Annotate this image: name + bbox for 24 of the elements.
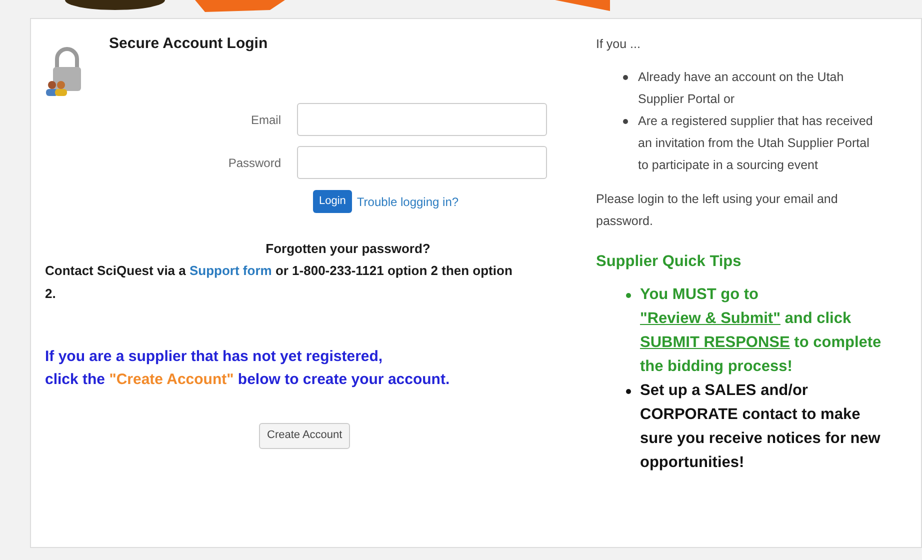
info-item: Are a registered supplier that has received an invitation from the Utah Supplier Portal to participate in a sourcing event	[638, 112, 873, 174]
register-message: click the "Create Account" below to create your account.	[45, 370, 451, 390]
bullet-icon	[623, 118, 628, 124]
inline-link[interactable]: "Review & Submit"	[640, 310, 780, 327]
register-message: If you are a supplier that has not yet registered,	[45, 346, 384, 366]
help-link[interactable]: Trouble logging in?	[356, 192, 459, 210]
tip-text: Set up a SALES and/or CORPORATE contact to make sure you receive notices for new opportunities!	[640, 381, 882, 473]
login-note: Please login to the left using your email and password.	[596, 190, 839, 230]
login-button[interactable]: Login	[313, 190, 352, 213]
field-label: Email	[250, 112, 282, 128]
tips-title: Supplier Quick Tips	[596, 252, 742, 272]
login-title: Secure Account Login	[109, 34, 268, 54]
tip-text: You MUST go to "Review & Submit" and click SUBMIT RESPONSE to complete the bidding process!	[640, 285, 882, 377]
input-field[interactable]	[297, 103, 547, 136]
inline-link[interactable]: Support form	[190, 262, 272, 278]
inline-link[interactable]: SUBMIT RESPONSE	[640, 334, 790, 351]
forgot-heading: Forgotten your password?	[264, 240, 432, 258]
bullet-icon	[623, 74, 628, 80]
input-field[interactable]	[297, 146, 547, 179]
intro-text: If you ...	[596, 36, 642, 53]
create-account-button[interactable]: Create Account	[259, 422, 350, 448]
info-item: Already have an account on the Utah Supplier Portal or	[638, 68, 845, 108]
field-label: Password	[227, 154, 282, 172]
support-message: Contact SciQuest via a Support form or 1-800-233-1121 option 2 then option 2.	[45, 262, 514, 302]
